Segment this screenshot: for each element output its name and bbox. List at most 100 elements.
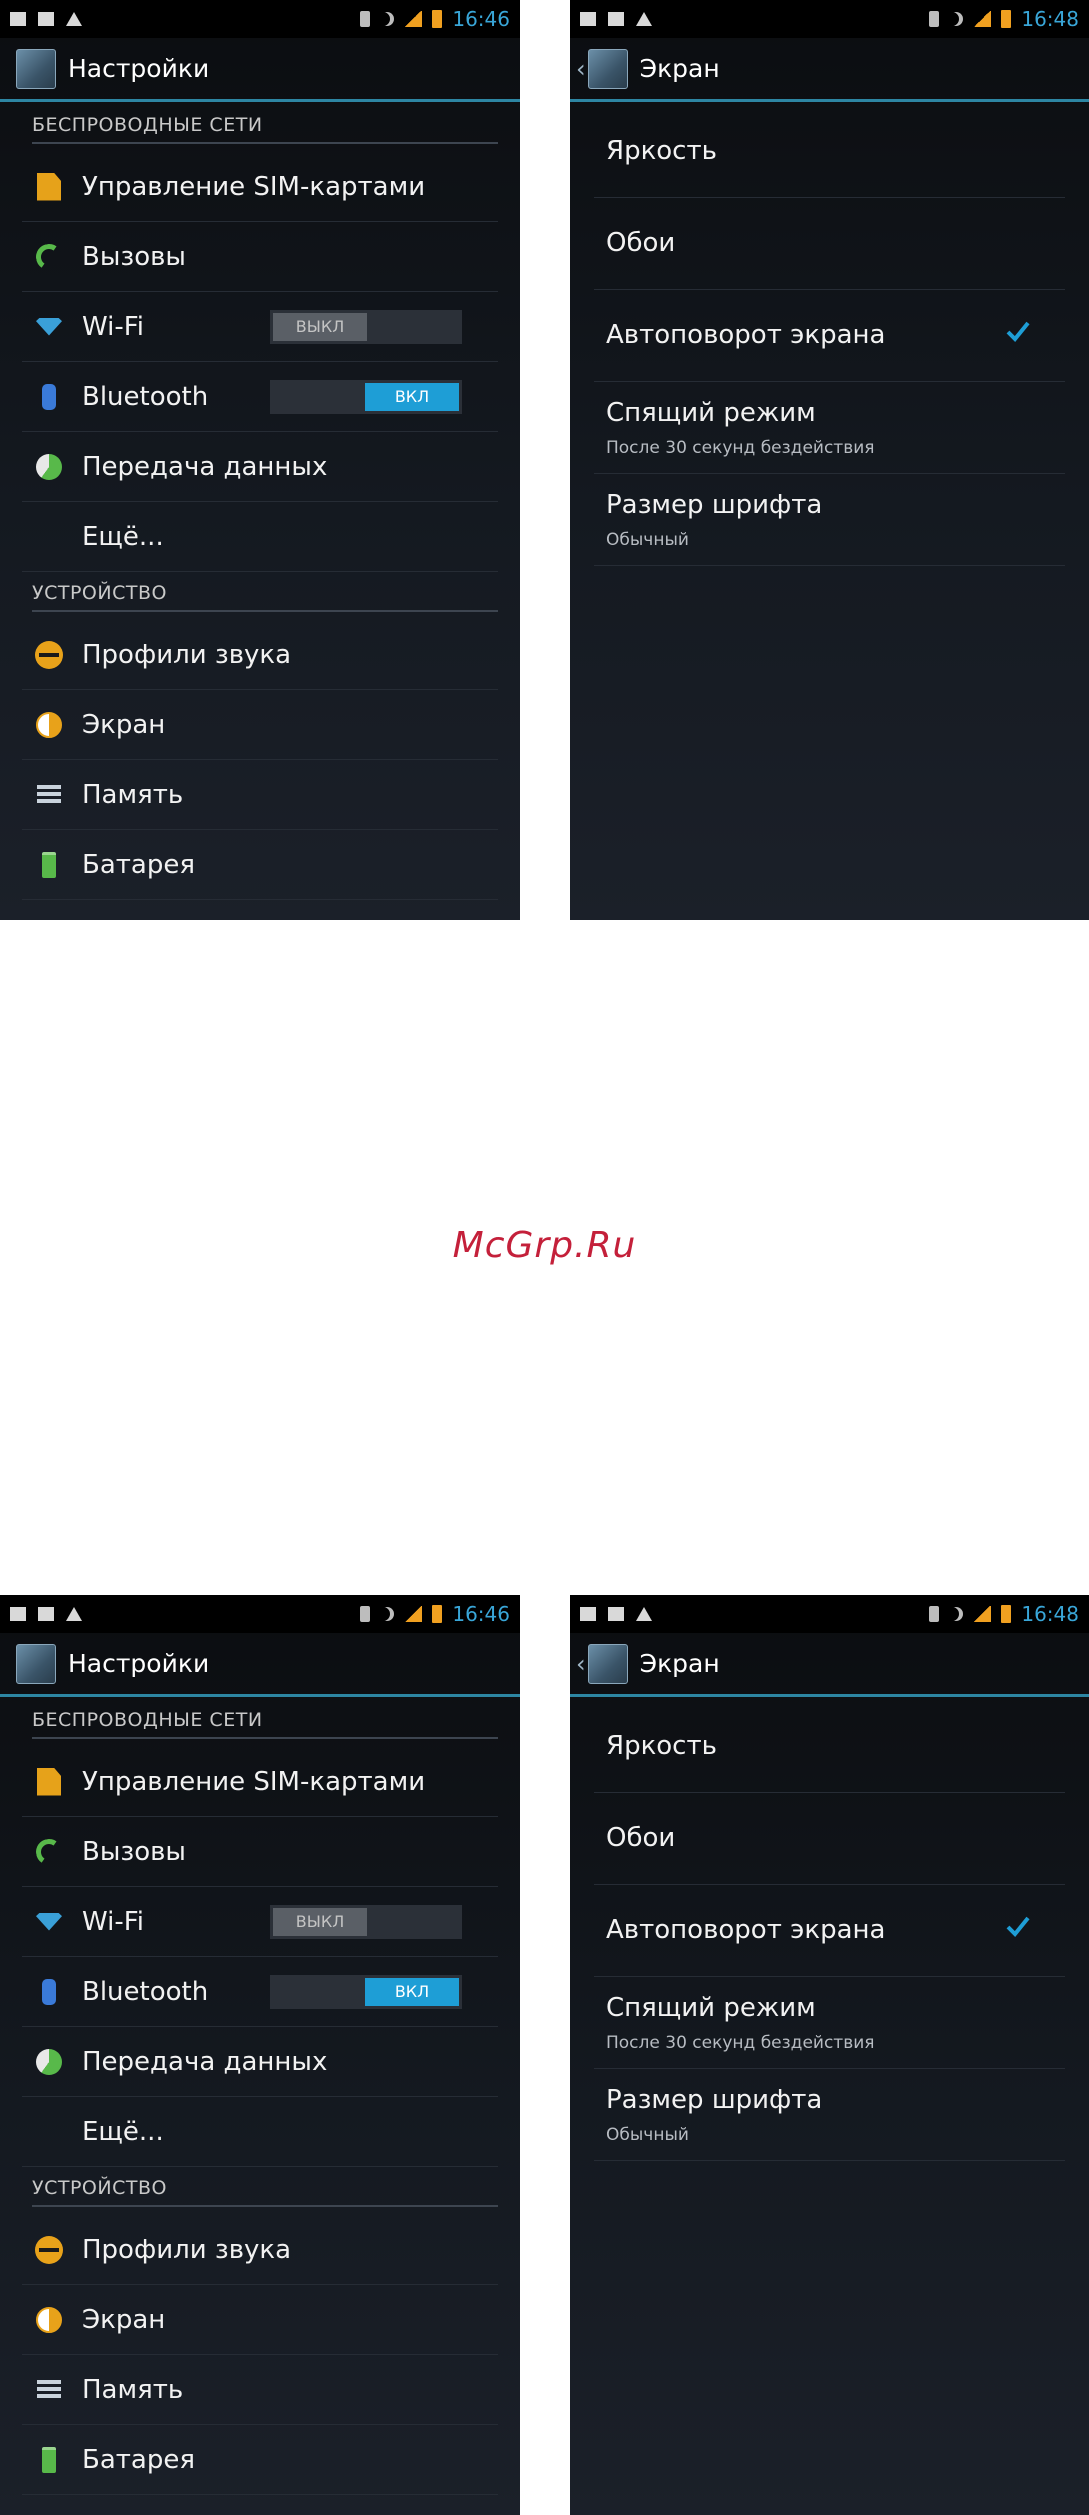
settings-item-sound[interactable]: Профили звука bbox=[22, 2215, 498, 2285]
night-mode-icon bbox=[380, 1607, 394, 1621]
settings-item-label: Экран bbox=[82, 709, 166, 740]
settings-item-label: Управление SIM-картами bbox=[82, 1766, 426, 1797]
screen-item-wallpaper[interactable]: Обои bbox=[594, 1793, 1065, 1885]
screen-item-wallpaper[interactable]: Обои bbox=[594, 198, 1065, 290]
screen-item-label: Автоповорот экрана bbox=[606, 1915, 886, 1945]
settings-item-label: Ещё... bbox=[82, 2116, 164, 2147]
settings-item-wifi[interactable]: Wi-Fi ВЫКЛ bbox=[22, 1887, 498, 1957]
warning-icon bbox=[636, 12, 652, 26]
page-title: Настройки bbox=[68, 1649, 210, 1678]
page-title: Экран bbox=[639, 54, 720, 83]
settings-item-memory[interactable]: Память bbox=[22, 760, 498, 830]
night-mode-icon bbox=[949, 12, 963, 26]
settings-app-icon[interactable] bbox=[16, 1643, 56, 1684]
settings-item-label: Ещё... bbox=[82, 521, 164, 552]
action-bar: ‹ Экран bbox=[570, 1633, 1089, 1697]
screen-item-font-size[interactable]: Размер шрифта Обычный bbox=[594, 474, 1065, 566]
bluetooth-toggle[interactable]: ВКЛ bbox=[270, 1974, 462, 2009]
settings-item-label: Профили звука bbox=[82, 639, 292, 670]
settings-app-icon[interactable] bbox=[587, 1643, 628, 1684]
settings-item-screen[interactable]: Экран bbox=[22, 2285, 498, 2355]
settings-item-data[interactable]: Передача данных bbox=[22, 432, 498, 502]
settings-item-label: Передача данных bbox=[82, 451, 328, 482]
status-bar: 16:48 bbox=[570, 0, 1089, 38]
settings-item-bluetooth[interactable]: Bluetooth ВКЛ bbox=[22, 1957, 498, 2027]
message-icon bbox=[38, 12, 54, 26]
status-time: 16:48 bbox=[1021, 7, 1079, 31]
settings-item-wifi[interactable]: Wi-Fi ВЫКЛ bbox=[22, 292, 498, 362]
battery-icon bbox=[1001, 10, 1012, 28]
action-bar: ‹ Экран bbox=[570, 38, 1089, 102]
settings-item-bluetooth[interactable]: Bluetooth ВКЛ bbox=[22, 362, 498, 432]
screen-item-sublabel: После 30 секунд бездействия bbox=[606, 2033, 875, 2053]
settings-item-label: Экран bbox=[82, 2304, 166, 2335]
battery-icon bbox=[1001, 1605, 1012, 1623]
device-section-header: УСТРОЙСТВО bbox=[32, 582, 498, 612]
screen-item-sleep[interactable]: Спящий режим После 30 секунд бездействия bbox=[594, 382, 1065, 474]
screen-item-autorotate[interactable]: Автоповорот экрана bbox=[594, 1885, 1065, 1977]
sim-status-icon bbox=[360, 1606, 371, 1622]
gallery-icon bbox=[10, 12, 26, 26]
wifi-toggle[interactable]: ВЫКЛ bbox=[270, 309, 462, 344]
storage-icon bbox=[37, 2379, 61, 2400]
settings-item-label: Управление SIM-картами bbox=[82, 171, 426, 202]
screen-item-label: Спящий режим bbox=[606, 1993, 816, 2023]
sim-status-icon bbox=[360, 11, 371, 27]
wifi-icon bbox=[36, 1912, 62, 1931]
checkmark-icon[interactable] bbox=[1005, 1913, 1031, 1939]
settings-item-sound[interactable]: Профили звука bbox=[22, 620, 498, 690]
bluetooth-toggle[interactable]: ВКЛ bbox=[270, 379, 462, 414]
settings-item-data[interactable]: Передача данных bbox=[22, 2027, 498, 2097]
warning-icon bbox=[66, 12, 82, 26]
settings-item-more[interactable]: Ещё... bbox=[22, 2097, 498, 2167]
settings-item-memory[interactable]: Память bbox=[22, 2355, 498, 2425]
settings-item-label: Вызовы bbox=[82, 1836, 186, 1867]
status-bar: 16:46 bbox=[0, 0, 520, 38]
sim-status-icon bbox=[929, 11, 940, 27]
settings-item-screen[interactable]: Экран bbox=[22, 690, 498, 760]
screen-item-sublabel: Обычный bbox=[606, 2125, 689, 2145]
back-chevron-icon[interactable]: ‹ bbox=[576, 55, 586, 83]
settings-item-battery[interactable]: Батарея bbox=[22, 2425, 498, 2495]
settings-app-icon[interactable] bbox=[16, 48, 56, 89]
screen-item-sleep[interactable]: Спящий режим После 30 секунд бездействия bbox=[594, 1977, 1065, 2069]
settings-item-label: Память bbox=[82, 779, 184, 810]
checkmark-icon[interactable] bbox=[1005, 318, 1031, 344]
gallery-icon bbox=[580, 1607, 596, 1621]
battery-icon bbox=[432, 10, 443, 28]
back-chevron-icon[interactable]: ‹ bbox=[576, 1650, 586, 1678]
message-icon bbox=[608, 12, 624, 26]
screen-item-autorotate[interactable]: Автоповорот экрана bbox=[594, 290, 1065, 382]
gallery-icon bbox=[10, 1607, 26, 1621]
settings-app-icon[interactable] bbox=[587, 48, 628, 89]
screen-item-font-size[interactable]: Размер шрифта Обычный bbox=[594, 2069, 1065, 2161]
settings-item-calls[interactable]: Вызовы bbox=[22, 222, 498, 292]
battery-item-icon bbox=[42, 851, 56, 878]
action-bar: Настройки bbox=[0, 1633, 520, 1697]
data-usage-icon bbox=[36, 2048, 62, 2075]
screen-item-brightness[interactable]: Яркость bbox=[594, 106, 1065, 198]
settings-item-label: Wi-Fi bbox=[82, 311, 145, 342]
phone-icon bbox=[33, 241, 65, 272]
settings-item-battery[interactable]: Батарея bbox=[22, 830, 498, 900]
screen-item-brightness[interactable]: Яркость bbox=[594, 1701, 1065, 1793]
settings-item-more[interactable]: Ещё... bbox=[22, 502, 498, 572]
settings-screen-top: 16:46 Настройки БЕСПРОВОДНЫЕ СЕТИ Управл… bbox=[0, 0, 520, 920]
status-bar: 16:48 bbox=[570, 1595, 1089, 1633]
wireless-section-header: БЕСПРОВОДНЫЕ СЕТИ bbox=[32, 114, 498, 144]
battery-item-icon bbox=[42, 2446, 56, 2473]
signal-icon bbox=[404, 11, 423, 27]
storage-icon bbox=[37, 784, 61, 805]
settings-item-sim[interactable]: Управление SIM-картами bbox=[22, 152, 498, 222]
settings-item-label: Bluetooth bbox=[82, 1976, 209, 2007]
status-time: 16:48 bbox=[1021, 1602, 1079, 1626]
warning-icon bbox=[636, 1607, 652, 1621]
settings-item-sim[interactable]: Управление SIM-картами bbox=[22, 1747, 498, 1817]
screen-item-label: Яркость bbox=[606, 136, 717, 166]
sim-card-icon bbox=[37, 1767, 61, 1796]
screen-item-sublabel: Обычный bbox=[606, 530, 689, 550]
wifi-toggle[interactable]: ВЫКЛ bbox=[270, 1904, 462, 1939]
settings-item-calls[interactable]: Вызовы bbox=[22, 1817, 498, 1887]
settings-item-label: Передача данных bbox=[82, 2046, 328, 2077]
battery-icon bbox=[432, 1605, 443, 1623]
